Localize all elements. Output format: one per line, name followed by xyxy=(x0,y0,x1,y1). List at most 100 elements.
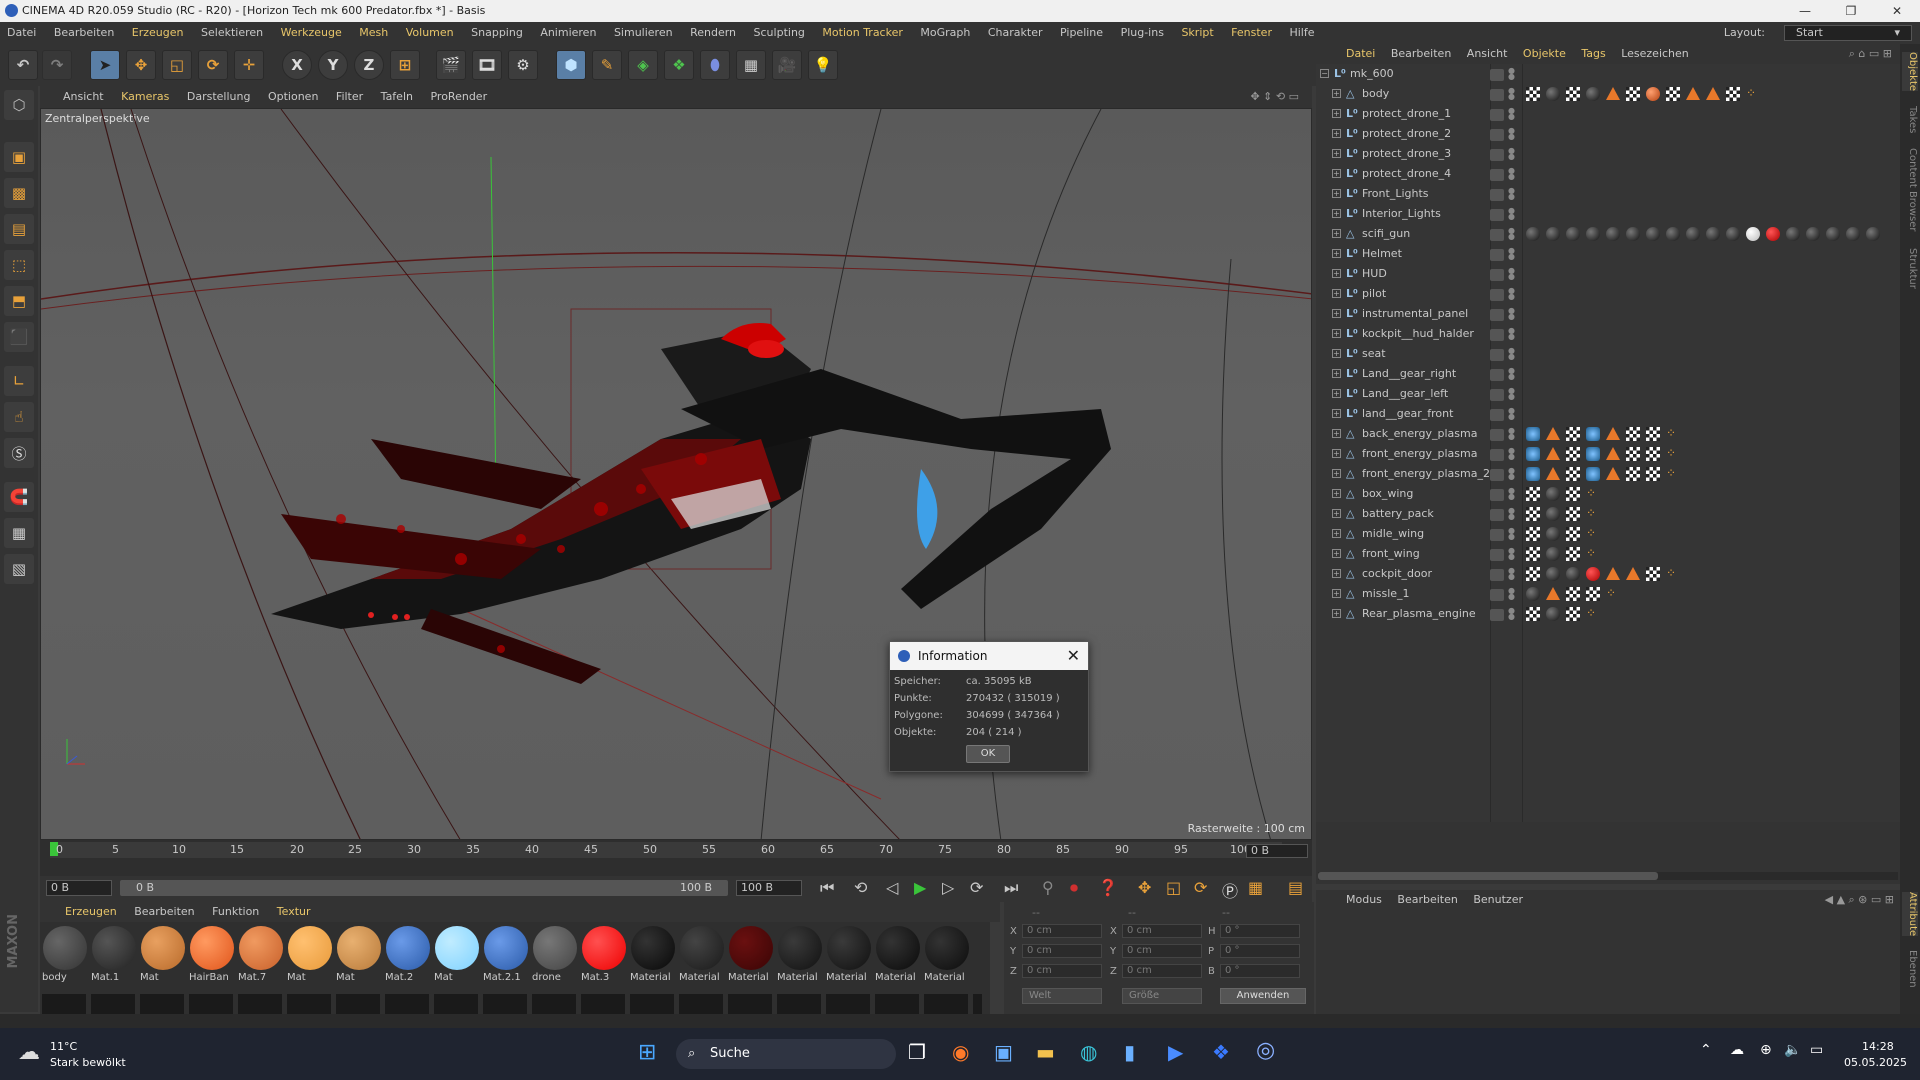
key-parameter-icon[interactable]: Ⓟ xyxy=(1222,878,1238,902)
material-tag-icon[interactable] xyxy=(1586,87,1600,101)
render-dots[interactable]: ● ● xyxy=(1508,307,1515,321)
object-row[interactable]: + △ body ● ● ⁘ xyxy=(1316,84,1902,104)
timeline-ruler[interactable]: 0 5 10 15 20 25 30 35 40 45 50 55 60 65 … xyxy=(40,840,1312,876)
object-row[interactable]: + L⁰ protect_drone_4 ● ● xyxy=(1316,164,1902,184)
material-tag-icon[interactable] xyxy=(1666,227,1680,241)
om-menu-objekte[interactable]: Objekte xyxy=(1517,44,1572,64)
render-dots[interactable]: ● ● xyxy=(1508,127,1515,141)
texture-tag-icon[interactable] xyxy=(1626,447,1640,461)
object-row[interactable]: + L⁰ Front_Lights ● ● xyxy=(1316,184,1902,204)
visibility-toggle[interactable] xyxy=(1490,469,1504,481)
position-y-field[interactable]: 0 cm xyxy=(1022,944,1102,958)
visibility-toggle[interactable] xyxy=(1490,149,1504,161)
3d-viewport[interactable]: Zentralperspektive Rasterweite: 100 cm xyxy=(40,108,1312,840)
visibility-toggle[interactable] xyxy=(1490,249,1504,261)
material-tag-icon[interactable] xyxy=(1546,567,1560,581)
size-y-field[interactable]: 0 cm xyxy=(1122,944,1202,958)
object-row[interactable]: + L⁰ Land__gear_left ● ● xyxy=(1316,384,1902,404)
expand-icon[interactable]: + xyxy=(1332,369,1341,378)
material-swatch[interactable]: Mat.7 xyxy=(238,926,284,986)
object-row[interactable]: + △ missle_1 ● ● ⁘ xyxy=(1316,584,1902,604)
selection-tag-icon[interactable]: ⁘ xyxy=(1666,447,1680,461)
menu-fenster[interactable]: Fenster xyxy=(1224,22,1279,44)
material-tag-icon[interactable] xyxy=(1546,607,1560,621)
visibility-toggle[interactable] xyxy=(1490,309,1504,321)
phong-tag-icon[interactable] xyxy=(1606,567,1620,580)
object-row-root[interactable]: − L⁰ mk_600 ● ● xyxy=(1316,64,1902,84)
texture-tag-icon[interactable] xyxy=(1566,607,1580,621)
material-tag-icon[interactable] xyxy=(1766,227,1780,241)
side-tab-attribute[interactable]: Attribute xyxy=(1902,892,1918,937)
render-dots[interactable]: ● ● xyxy=(1508,67,1515,81)
material-swatch[interactable]: Material xyxy=(630,926,676,986)
material-tag-icon[interactable] xyxy=(1626,227,1640,241)
material-tag-icon[interactable] xyxy=(1546,507,1560,521)
phong-tag-icon[interactable] xyxy=(1546,467,1560,480)
deformer-icon[interactable]: ⬮ xyxy=(700,50,730,80)
horizontal-scrollbar[interactable] xyxy=(1318,872,1898,880)
texture-tag-icon[interactable] xyxy=(1526,487,1540,501)
selection-tag-icon[interactable]: ⁘ xyxy=(1666,567,1680,581)
expand-icon[interactable]: + xyxy=(1332,609,1341,618)
size-mode-select[interactable]: Größe xyxy=(1122,988,1202,1004)
material-swatch[interactable]: Material xyxy=(728,926,774,986)
cube-object-icon[interactable]: ⬢ xyxy=(556,50,586,80)
texture-tag-icon[interactable] xyxy=(1666,87,1680,101)
expand-icon[interactable]: + xyxy=(1332,529,1341,538)
coordinate-system-icon[interactable]: ⊞ xyxy=(390,50,420,80)
phong-tag-icon[interactable] xyxy=(1546,447,1560,460)
uvw-tag-icon[interactable] xyxy=(1586,447,1600,461)
expand-icon[interactable]: + xyxy=(1332,329,1341,338)
render-dots[interactable]: ● ● xyxy=(1508,587,1515,601)
selection-tag-icon[interactable]: ⁘ xyxy=(1586,507,1600,521)
close-icon[interactable]: ✕ xyxy=(1067,642,1080,670)
menu-mograph[interactable]: MoGraph xyxy=(913,22,977,44)
object-row[interactable]: + △ back_energy_plasma ● ● ⁘ xyxy=(1316,424,1902,444)
material-menu-funktion[interactable]: Funktion xyxy=(205,902,266,922)
phong-tag-icon[interactable] xyxy=(1706,87,1720,100)
uvw-tag-icon[interactable] xyxy=(1586,427,1600,441)
make-editable-icon[interactable]: ⬡ xyxy=(4,90,34,120)
material-tag-icon[interactable] xyxy=(1546,547,1560,561)
workplane-lock-icon[interactable]: ▦ xyxy=(4,518,34,548)
polygons-mode-icon[interactable]: ⬛ xyxy=(4,322,34,352)
object-row[interactable]: + △ front_wing ● ● ⁘ xyxy=(1316,544,1902,564)
subdivision-generator-icon[interactable]: ◈ xyxy=(628,50,658,80)
side-tab-objekte[interactable]: Objekte xyxy=(1902,52,1918,92)
render-dots[interactable]: ● ● xyxy=(1508,427,1515,441)
render-dots[interactable]: ● ● xyxy=(1508,267,1515,281)
weather-cloud-icon[interactable]: ☁ xyxy=(18,1040,40,1065)
expand-icon[interactable]: + xyxy=(1332,349,1341,358)
render-dots[interactable]: ● ● xyxy=(1508,187,1515,201)
object-row[interactable]: + △ box_wing ● ● ⁘ xyxy=(1316,484,1902,504)
object-row[interactable]: + L⁰ kockpit__hud_halder ● ● xyxy=(1316,324,1902,344)
material-tag-icon[interactable] xyxy=(1806,227,1820,241)
expand-icon[interactable]: + xyxy=(1332,249,1341,258)
autokey-icon[interactable]: ❓ xyxy=(1098,878,1118,897)
material-swatch[interactable]: Material xyxy=(777,926,823,986)
app-icon[interactable]: ▮ xyxy=(1124,1040,1135,1064)
size-x-field[interactable]: 0 cm xyxy=(1122,924,1202,938)
material-tag-icon[interactable] xyxy=(1606,227,1620,241)
render-dots[interactable]: ● ● xyxy=(1508,227,1515,241)
expand-icon[interactable]: + xyxy=(1332,209,1341,218)
key-scale-icon[interactable]: ◱ xyxy=(1166,878,1181,897)
material-tag-icon[interactable] xyxy=(1586,227,1600,241)
windows-start-icon[interactable]: ⊞ xyxy=(638,1040,656,1065)
object-row[interactable]: + L⁰ Helmet ● ● xyxy=(1316,244,1902,264)
visibility-toggle[interactable] xyxy=(1490,369,1504,381)
redo-button[interactable]: ↷ xyxy=(42,50,72,80)
object-row[interactable]: + △ front_energy_plasma_2 ● ● ⁘ xyxy=(1316,464,1902,484)
object-row[interactable]: + L⁰ seat ● ● xyxy=(1316,344,1902,364)
uvw-tag-icon[interactable] xyxy=(1526,447,1540,461)
om-search-icons[interactable]: ⌕ ⌂ ▭ ⊞ xyxy=(1843,44,1898,64)
expand-icon[interactable]: + xyxy=(1332,309,1341,318)
visibility-toggle[interactable] xyxy=(1490,509,1504,521)
texture-tag-icon[interactable] xyxy=(1646,567,1660,581)
expand-icon[interactable]: + xyxy=(1332,389,1341,398)
store-icon[interactable]: ▣ xyxy=(994,1040,1013,1064)
texture-tag-icon[interactable] xyxy=(1726,87,1740,101)
camera-icon[interactable]: 🎥 xyxy=(772,50,802,80)
visibility-toggle[interactable] xyxy=(1490,329,1504,341)
texture-mode-icon[interactable]: ▩ xyxy=(4,178,34,208)
